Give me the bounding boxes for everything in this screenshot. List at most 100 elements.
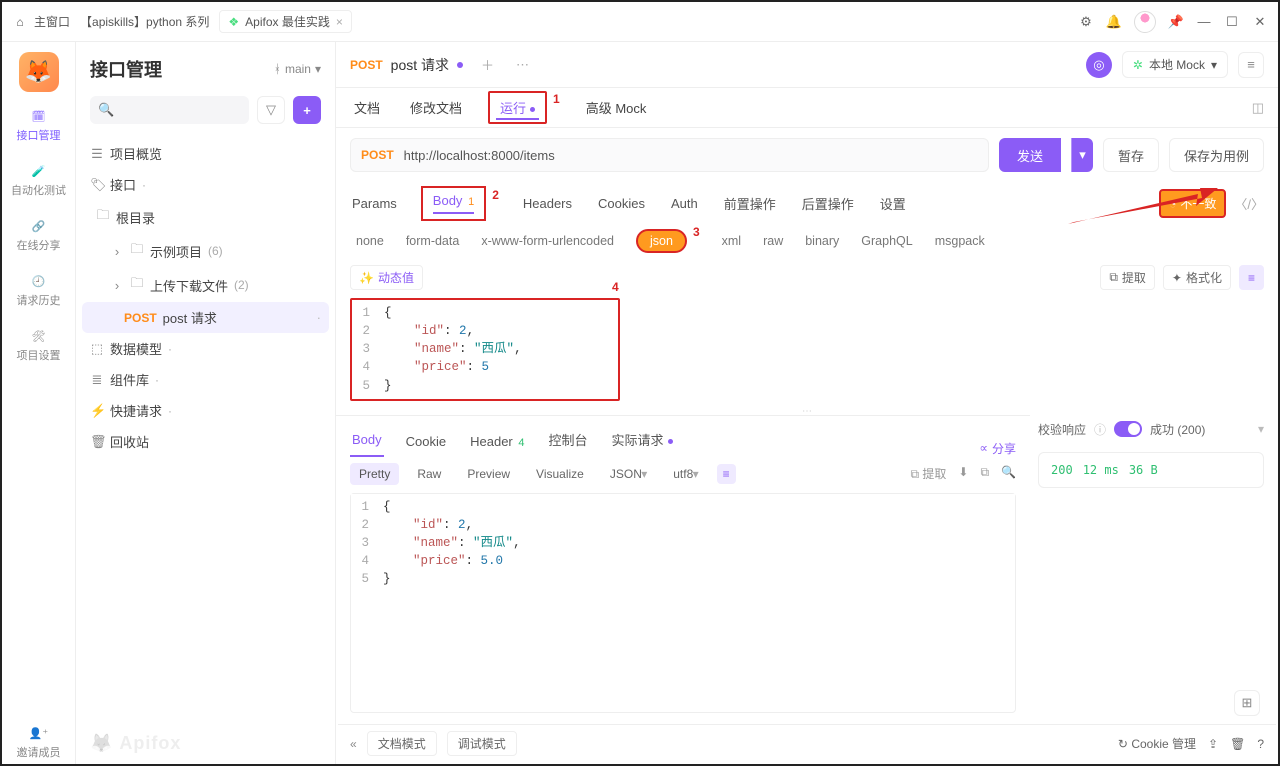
respview-raw[interactable]: Raw — [409, 464, 449, 484]
gear-icon[interactable]: ⚙ — [1078, 14, 1094, 30]
trash-icon[interactable]: 🗑 — [1230, 737, 1245, 751]
chevron-down-icon[interactable]: ▾ — [1258, 422, 1264, 436]
tree-folder-0[interactable]: ›🗀示例项目 (6) — [82, 234, 329, 268]
request-body-editor[interactable]: 12345 { "id": 2, "name": "西瓜", "price": … — [352, 300, 618, 399]
info-icon[interactable]: ⓘ — [1094, 421, 1106, 438]
rail-history[interactable]: 🕘请求历史 — [2, 271, 75, 312]
tree-quick-request[interactable]: ⚡快捷请求 · — [82, 395, 329, 426]
request-tab[interactable]: POST post 请求 — [350, 55, 463, 75]
pin-icon[interactable]: 📌 — [1168, 14, 1184, 30]
reqtab-body[interactable]: Body 1 — [421, 186, 486, 221]
close-window-icon[interactable]: ✕ — [1252, 14, 1268, 30]
send-dropdown[interactable]: ▾ — [1071, 138, 1093, 172]
bodytype-json[interactable]: json — [636, 229, 687, 253]
tree-components[interactable]: ≣组件库 · — [82, 364, 329, 395]
tree-active-request[interactable]: POSTpost 请求· — [82, 302, 329, 333]
respview-pretty[interactable]: Pretty — [350, 463, 399, 485]
debug-mode-button[interactable]: 调试模式 — [447, 731, 517, 756]
reqtab-pre[interactable]: 前置操作 — [722, 186, 778, 221]
bodytype-graphql[interactable]: GraphQL — [861, 234, 912, 248]
rail-share[interactable]: 🔗在线分享 — [2, 216, 75, 257]
respview-visualize[interactable]: Visualize — [528, 464, 592, 484]
subtab-adv-mock[interactable]: 高级 Mock — [582, 90, 651, 125]
subtab-run[interactable]: 运行 — [488, 91, 547, 124]
validate-toggle[interactable] — [1114, 421, 1142, 437]
diff-badge[interactable]: ◔不一致 — [1159, 189, 1226, 218]
rail-automation[interactable]: 🧪自动化测试 — [2, 161, 75, 202]
new-tab-button[interactable]: ＋ — [477, 51, 498, 78]
send-button[interactable]: 发送 — [999, 138, 1061, 172]
maximize-icon[interactable]: ☐ — [1224, 14, 1240, 30]
env-selector[interactable]: ✲本地 Mock▾ — [1122, 51, 1228, 78]
resptab-actual[interactable]: 实际请求 — [610, 422, 675, 457]
resp-encoding[interactable]: utf8 ▾ — [665, 464, 706, 484]
resp-extract-button[interactable]: ⧉ 提取 — [910, 465, 946, 482]
reqtab-auth[interactable]: Auth — [669, 188, 700, 219]
project-crumb[interactable]: 【apiskills】python 系列 — [80, 13, 209, 30]
resptab-header[interactable]: Header 4 — [468, 426, 526, 457]
save-case-button[interactable]: 保存为用例 — [1169, 138, 1264, 172]
reqtab-cookies[interactable]: Cookies — [596, 188, 647, 219]
resptab-console[interactable]: 控制台 — [547, 422, 590, 457]
tree-folder-1[interactable]: ›🗀上传下载文件 (2) — [82, 268, 329, 302]
floating-settings-button[interactable]: ⊞ — [1234, 690, 1260, 716]
bodytype-xml[interactable]: xml — [722, 234, 741, 248]
home-crumb[interactable]: ⌂ 主窗口 — [12, 13, 70, 30]
tree-recycle[interactable]: 🗑回收站 — [82, 426, 329, 457]
resptab-cookie[interactable]: Cookie — [404, 426, 448, 457]
save-draft-button[interactable]: 暂存 — [1103, 138, 1159, 172]
tree-overview[interactable]: ☰项目概览 — [82, 138, 329, 169]
add-button[interactable]: + — [293, 96, 321, 124]
bodytype-msgpack[interactable]: msgpack — [935, 234, 985, 248]
rail-api[interactable]: 🗓接口管理 — [2, 106, 75, 147]
code-icon[interactable]: 〈/〉 — [1234, 194, 1264, 213]
bodytype-none[interactable]: none — [356, 234, 384, 248]
respview-preview[interactable]: Preview — [459, 464, 518, 484]
download-icon[interactable]: ⬇ — [958, 465, 968, 482]
reqtab-params[interactable]: Params — [350, 188, 399, 219]
help-icon[interactable]: ? — [1257, 737, 1264, 751]
response-body-viewer[interactable]: 12345 { "id": 2, "name": "西瓜", "price": … — [351, 494, 1015, 593]
resp-format-json[interactable]: JSON ▾ — [602, 464, 655, 484]
bodytype-raw[interactable]: raw — [763, 234, 783, 248]
tree-root-dir[interactable]: 🗀根目录 — [82, 200, 329, 234]
rail-settings[interactable]: 🛠项目设置 — [2, 326, 75, 367]
split-view-icon[interactable]: ◫ — [1252, 100, 1264, 116]
search-input[interactable]: 🔍 — [90, 96, 249, 124]
reqtab-post[interactable]: 后置操作 — [800, 186, 856, 221]
cookie-manager-button[interactable]: ↻ Cookie 管理 — [1118, 735, 1196, 752]
url-input[interactable]: POST http://localhost:8000/items — [350, 138, 989, 172]
subtab-edit-doc[interactable]: 修改文档 — [406, 90, 466, 125]
reqtab-settings[interactable]: 设置 — [878, 186, 908, 221]
share-button[interactable]: ∝分享 — [979, 440, 1016, 457]
panel-toggle-button[interactable]: ≡ — [1238, 52, 1264, 78]
extract-button[interactable]: ⧉提取 — [1100, 265, 1155, 290]
search-icon[interactable]: 🔍 — [1001, 465, 1016, 482]
avatar[interactable] — [1134, 11, 1156, 33]
rail-invite[interactable]: 👤⁺邀请成员 — [2, 723, 75, 764]
bodytype-xform[interactable]: x-www-form-urlencoded — [481, 234, 614, 248]
copy-icon[interactable]: ⧉ — [980, 465, 989, 482]
wrap-toggle[interactable]: ≡ — [1239, 265, 1264, 290]
tree-data-models[interactable]: ⬚数据模型 · — [82, 333, 329, 364]
close-icon[interactable]: × — [336, 15, 343, 29]
subtab-doc[interactable]: 文档 — [350, 90, 384, 125]
doc-tab[interactable]: ❖ Apifox 最佳实践 × — [219, 10, 351, 33]
resptab-body[interactable]: Body — [350, 424, 384, 457]
bell-icon[interactable]: 🔔 — [1106, 14, 1122, 30]
resp-wrap-toggle[interactable]: ≡ — [717, 464, 736, 484]
branch-selector[interactable]: ᚼmain▾ — [274, 62, 321, 76]
minimize-icon[interactable]: — — [1196, 14, 1212, 30]
format-button[interactable]: ✦格式化 — [1163, 265, 1231, 290]
reqtab-headers[interactable]: Headers — [521, 188, 574, 219]
filter-button[interactable]: ▽ — [257, 96, 285, 124]
upload-icon[interactable]: ⇪ — [1208, 737, 1218, 751]
bodytype-form[interactable]: form-data — [406, 234, 460, 248]
run-collection-button[interactable]: ◎ — [1086, 52, 1112, 78]
tab-more-button[interactable]: ⋯ — [512, 53, 533, 77]
bodytype-binary[interactable]: binary — [805, 234, 839, 248]
collapse-sidebars-button[interactable]: « — [350, 737, 357, 751]
tree-api-root[interactable]: 🏷接口 · — [82, 169, 329, 200]
doc-mode-button[interactable]: 文档模式 — [367, 731, 437, 756]
dynamic-value-button[interactable]: ✨动态值 — [350, 265, 423, 290]
